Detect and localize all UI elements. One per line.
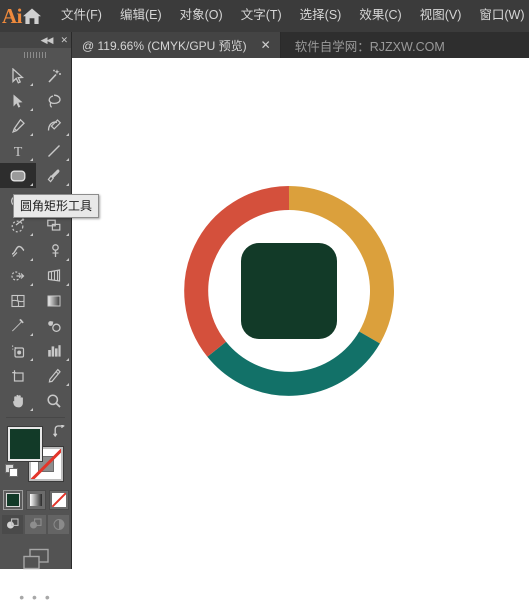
menu-bar: Ai 文件(F) 编辑(E) 对象(O) 文字(T) 选择(S) 效果(C) 视… <box>0 0 529 32</box>
menu-file[interactable]: 文件(F) <box>52 5 111 27</box>
mesh-tool[interactable] <box>0 288 36 313</box>
slice-tool[interactable] <box>36 363 72 388</box>
gradient-button[interactable] <box>25 490 46 510</box>
tools-panel-header: ◀◀ ✕ <box>0 32 71 48</box>
symbol-sprayer-tool[interactable] <box>0 338 36 363</box>
direct-selection-tool[interactable] <box>0 88 36 113</box>
canvas-area[interactable] <box>72 58 529 569</box>
rounded-square-shape <box>241 243 337 339</box>
panel-divider <box>6 417 65 418</box>
rounded-rectangle-tool[interactable] <box>0 163 36 188</box>
puppet-warp-tool[interactable] <box>36 238 72 263</box>
artboard-tool[interactable] <box>0 363 36 388</box>
svg-text:T: T <box>14 145 23 159</box>
document-tab-bar: @ 119.66% (CMYK/GPU 预览) ✕ 软件自学网：RJZXW.CO… <box>0 32 529 58</box>
paintbrush-tool[interactable] <box>36 163 72 188</box>
eyedropper-tool[interactable] <box>0 313 36 338</box>
fill-stroke-controls <box>0 423 72 487</box>
curvature-tool[interactable] <box>36 113 72 138</box>
teal-segment <box>207 331 380 396</box>
draw-inside-button[interactable] <box>48 515 69 534</box>
close-icon[interactable]: ✕ <box>259 39 273 51</box>
tools-panel: ◀◀ ✕ T • • • <box>0 32 72 604</box>
illustrator-window: Ai 文件(F) 编辑(E) 对象(O) 文字(T) 选择(S) 效果(C) 视… <box>0 0 529 604</box>
home-icon[interactable] <box>22 0 42 32</box>
width-tool[interactable] <box>0 238 36 263</box>
hand-tool[interactable] <box>0 388 36 413</box>
selection-tool[interactable] <box>0 63 36 88</box>
zoom-tool[interactable] <box>36 388 72 413</box>
menu-type[interactable]: 文字(T) <box>232 5 291 27</box>
watermark-text: 软件自学网：RJZXW.COM <box>294 39 445 54</box>
draw-normal-button[interactable] <box>2 515 23 534</box>
tool-tooltip: 圆角矩形工具 <box>13 194 100 218</box>
fill-color-button[interactable] <box>2 490 23 510</box>
app-logo-icon: Ai <box>2 3 23 28</box>
artwork-donut-ring[interactable] <box>183 185 395 402</box>
shape-builder-tool[interactable] <box>0 263 36 288</box>
menu-effect[interactable]: 效果(C) <box>350 5 410 27</box>
menu-select[interactable]: 选择(S) <box>291 5 351 27</box>
menu-object[interactable]: 对象(O) <box>171 5 232 27</box>
menu-view[interactable]: 视图(V) <box>411 5 471 27</box>
swap-fill-stroke-icon[interactable] <box>52 424 66 440</box>
draw-mode-row <box>0 515 71 534</box>
close-icon[interactable]: ✕ <box>60 35 67 45</box>
color-mode-row <box>0 490 71 510</box>
draw-behind-button[interactable] <box>25 515 46 534</box>
menu-window[interactable]: 窗口(W) <box>470 5 529 27</box>
lasso-tool[interactable] <box>36 88 72 113</box>
gradient-tool[interactable] <box>36 288 72 313</box>
line-segment-tool[interactable] <box>36 138 72 163</box>
pen-tool[interactable] <box>0 113 36 138</box>
collapse-icon[interactable]: ◀◀ <box>41 35 54 45</box>
magic-wand-tool[interactable] <box>36 63 72 88</box>
blend-tool[interactable] <box>36 313 72 338</box>
panel-grip-handle[interactable] <box>0 48 71 62</box>
default-fill-stroke-icon[interactable] <box>5 464 19 478</box>
menu-edit[interactable]: 编辑(E) <box>111 5 171 27</box>
fill-swatch[interactable] <box>8 427 42 461</box>
none-button[interactable] <box>48 490 69 510</box>
more-tools-icon[interactable]: • • • <box>0 590 71 604</box>
type-tool[interactable]: T <box>0 138 36 163</box>
screen-mode-icon[interactable] <box>0 548 71 572</box>
document-tab-title: @ 119.66% (CMYK/GPU 预览) <box>82 38 247 53</box>
column-graph-tool[interactable] <box>36 338 72 363</box>
document-tab[interactable]: @ 119.66% (CMYK/GPU 预览) ✕ <box>72 32 281 58</box>
tools-grid: T <box>0 62 71 413</box>
perspective-selection-tool[interactable] <box>36 263 72 288</box>
menu-item-list: 文件(F) 编辑(E) 对象(O) 文字(T) 选择(S) 效果(C) 视图(V… <box>52 5 529 27</box>
